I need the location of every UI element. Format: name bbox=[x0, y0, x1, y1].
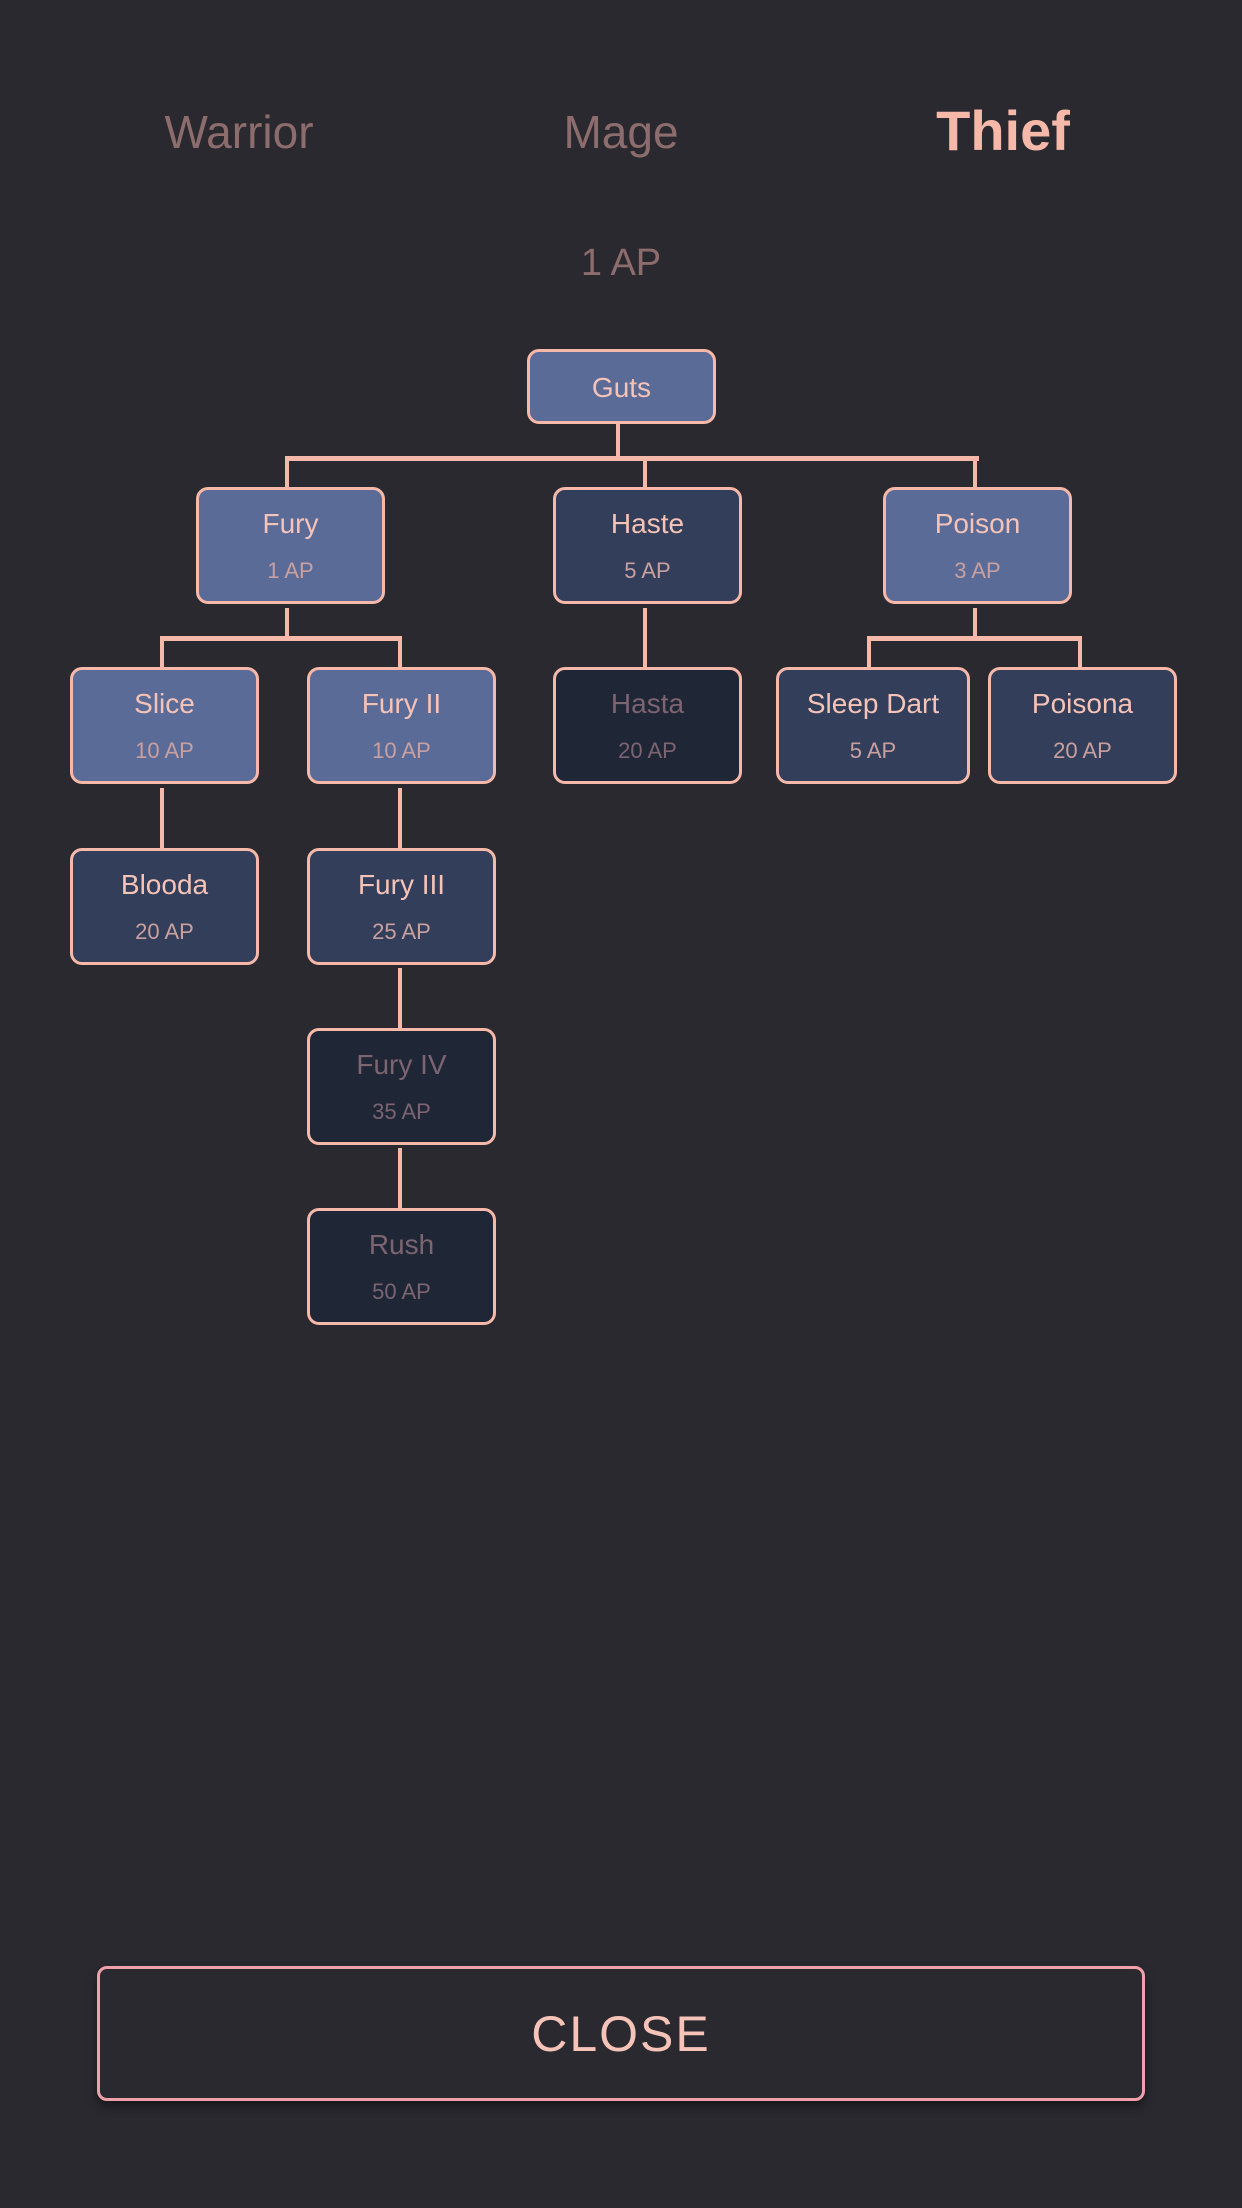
connector bbox=[398, 1148, 402, 1208]
skill-cost: 10 AP bbox=[372, 738, 431, 763]
skill-name: Slice bbox=[134, 688, 195, 719]
skill-name: Fury III bbox=[357, 869, 446, 900]
connector bbox=[616, 424, 620, 460]
skill-cost: 10 AP bbox=[135, 738, 194, 763]
skill-fury-ii[interactable]: Fury II 10 AP bbox=[307, 667, 496, 784]
skill-guts[interactable]: Guts bbox=[527, 349, 716, 424]
skill-name: Fury bbox=[262, 508, 319, 539]
skill-name: Hasta bbox=[610, 688, 685, 719]
connector bbox=[867, 636, 871, 667]
skill-name: Guts bbox=[591, 372, 652, 403]
skill-fury-iii[interactable]: Fury III 25 AP bbox=[307, 848, 496, 965]
skill-slice[interactable]: Slice 10 AP bbox=[70, 667, 259, 784]
skill-name: Poisona bbox=[1031, 688, 1134, 719]
skill-blooda[interactable]: Blooda 20 AP bbox=[70, 848, 259, 965]
connector bbox=[398, 788, 402, 848]
skill-cost: 5 AP bbox=[849, 738, 897, 763]
connector bbox=[1078, 636, 1082, 667]
skill-cost: 25 AP bbox=[372, 919, 431, 944]
skill-sleep-dart[interactable]: Sleep Dart 5 AP bbox=[776, 667, 970, 784]
skill-name: Fury IV bbox=[356, 1049, 447, 1080]
skill-rush[interactable]: Rush 50 AP bbox=[307, 1208, 496, 1325]
close-button[interactable]: CLOSE bbox=[97, 1966, 1145, 2101]
connector bbox=[160, 636, 402, 641]
connector bbox=[398, 968, 402, 1028]
skill-cost: 5 AP bbox=[624, 558, 671, 583]
connector bbox=[643, 608, 647, 667]
tab-mage[interactable]: Mage bbox=[471, 105, 771, 159]
skill-poisona[interactable]: Poisona 20 AP bbox=[988, 667, 1177, 784]
connector bbox=[867, 636, 1082, 641]
connector bbox=[285, 456, 289, 487]
tab-thief[interactable]: Thief bbox=[853, 98, 1153, 163]
skill-name: Fury II bbox=[361, 688, 442, 719]
skill-hasta[interactable]: Hasta 20 AP bbox=[553, 667, 742, 784]
skill-poison[interactable]: Poison 3 AP bbox=[883, 487, 1072, 604]
skill-cost: 20 AP bbox=[135, 919, 194, 944]
connector bbox=[160, 788, 164, 848]
skill-haste[interactable]: Haste 5 AP bbox=[553, 487, 742, 604]
tab-warrior[interactable]: Warrior bbox=[89, 105, 389, 159]
skill-cost: 20 AP bbox=[618, 738, 677, 763]
connector bbox=[643, 456, 647, 487]
skill-name: Sleep Dart bbox=[806, 688, 940, 719]
skill-fury-iv[interactable]: Fury IV 35 AP bbox=[307, 1028, 496, 1145]
skill-name: Rush bbox=[368, 1229, 435, 1260]
skill-cost: 50 AP bbox=[372, 1279, 431, 1304]
skill-name: Blooda bbox=[120, 869, 209, 900]
connector bbox=[973, 456, 977, 487]
skill-cost: 20 AP bbox=[1053, 738, 1112, 763]
skill-cost: 1 AP bbox=[267, 558, 314, 583]
ap-available: 1 AP bbox=[580, 242, 662, 284]
skill-name: Haste bbox=[610, 508, 685, 539]
skill-fury[interactable]: Fury 1 AP bbox=[196, 487, 385, 604]
connector bbox=[398, 636, 402, 667]
skill-name: Poison bbox=[934, 508, 1021, 539]
connector bbox=[285, 456, 979, 461]
skill-cost: 3 AP bbox=[954, 558, 1001, 583]
skill-cost: 35 AP bbox=[372, 1099, 431, 1124]
connector bbox=[160, 636, 164, 667]
connector bbox=[973, 608, 977, 638]
connector bbox=[285, 608, 289, 638]
